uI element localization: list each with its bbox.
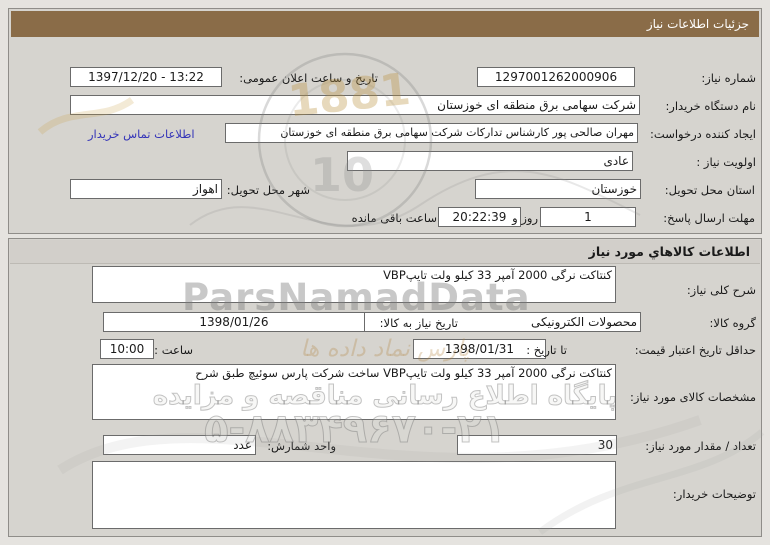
delivery-province-field[interactable]: خوزستان bbox=[475, 179, 641, 199]
need-details-panel: جزئیات اطلاعات نیاز bbox=[8, 8, 762, 234]
specifications-field[interactable]: کنتاکت نرگی 2000 آمپر 33 کیلو ولت تایپVB… bbox=[92, 364, 616, 420]
buyer-org-field[interactable]: شرکت سهامی برق منطقه ای خوزستان bbox=[70, 95, 640, 115]
buyer-notes-label: توضیحات خریدار: bbox=[673, 487, 756, 501]
general-description-label: شرح کلی نیاز: bbox=[687, 283, 756, 297]
need-details-panel-title: جزئیات اطلاعات نیاز bbox=[11, 11, 759, 37]
specifications-label: مشخصات کالای مورد نیاز: bbox=[630, 390, 756, 404]
delivery-city-label: شهر محل تحویل: bbox=[227, 183, 310, 197]
buyer-contact-link[interactable]: اطلاعات تماس خریدار bbox=[88, 127, 195, 141]
deadline-days-unit: روز و bbox=[512, 211, 538, 225]
request-creator-label: ایجاد کننده درخواست: bbox=[650, 127, 756, 141]
buyer-notes-field[interactable] bbox=[92, 461, 616, 529]
deadline-time-unit: ساعت باقی مانده bbox=[352, 211, 437, 225]
priority-label: اولویت نیاز : bbox=[696, 155, 756, 169]
need-number-field[interactable]: 1297001262000906 bbox=[477, 67, 635, 87]
need-number-label: شماره نیاز: bbox=[701, 71, 756, 85]
count-unit-label: واحد شمارش: bbox=[267, 439, 336, 453]
price-validity-until-label: تا تاریخ : bbox=[526, 343, 567, 357]
goods-group-label: گروه کالا: bbox=[710, 316, 756, 330]
request-creator-field[interactable]: مهران صالحی پور کارشناس تدارکات شرکت سها… bbox=[225, 123, 638, 143]
price-validity-hour-field[interactable]: 10:00 bbox=[100, 339, 154, 359]
count-unit-field[interactable]: عدد bbox=[103, 435, 256, 455]
quantity-field[interactable]: 30 bbox=[457, 435, 617, 455]
buyer-org-label: نام دستگاه خریدار: bbox=[665, 99, 756, 113]
need-date-field[interactable]: 1398/01/26 bbox=[103, 312, 365, 332]
deadline-time-field[interactable]: 20:22:39 bbox=[438, 207, 521, 227]
priority-field[interactable]: عادی bbox=[347, 151, 633, 171]
goods-info-panel-title: اطلاعات کالاهاي مورد نیاز bbox=[10, 240, 760, 264]
deadline-days-field[interactable]: 1 bbox=[540, 207, 636, 227]
general-description-field[interactable]: کنتاکت نرگی 2000 آمپر 33 کیلو ولت تایپVB… bbox=[92, 266, 616, 303]
announce-datetime-field[interactable]: 1397/12/20 - 13:22 bbox=[70, 67, 222, 87]
price-validity-hour-label: ساعت : bbox=[154, 343, 193, 357]
announce-datetime-label: تاریخ و ساعت اعلان عمومی: bbox=[239, 71, 378, 85]
price-validity-label: حداقل تاریخ اعتبار قیمت: bbox=[635, 343, 756, 357]
need-date-label: تاریخ نیاز به کالا: bbox=[380, 316, 458, 330]
delivery-province-label: استان محل تحویل: bbox=[665, 183, 755, 197]
response-deadline-label: مهلت ارسال پاسخ: bbox=[663, 211, 755, 225]
delivery-city-field[interactable]: اهواز bbox=[70, 179, 222, 199]
need-details-page: جزئیات اطلاعات نیاز شماره نیاز: 12970012… bbox=[0, 0, 770, 545]
quantity-label: تعداد / مقدار مورد نیاز: bbox=[645, 439, 756, 453]
